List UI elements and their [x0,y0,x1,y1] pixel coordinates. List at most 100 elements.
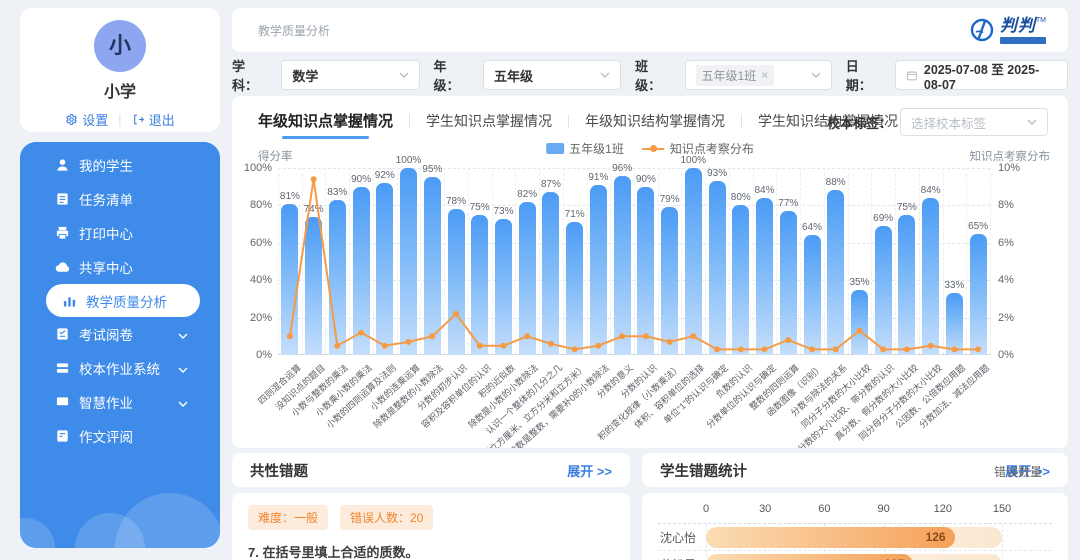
y-tick-right: 4% [998,274,1036,286]
line-point [951,346,957,352]
chart-tabs: 年级知识点掌握情况学生知识点掌握情况年级知识结构掌握情况学生知识结构掌握情况 [258,110,898,139]
settings-label: 设置 [82,110,108,129]
line-point [595,343,601,349]
sidebar-item-label: 我的学生 [79,155,133,175]
error-count-badge: 错误人数：20 [340,505,433,530]
gridline [990,168,991,355]
filter-bar: 学科： 数学 年级： 五年级 班级： 五年级1班 × 日期： 2025-07-0… [232,60,1068,90]
share-icon [55,259,70,275]
chevron-down-icon [399,72,409,78]
sidebar-item-label: 考试阅卷 [79,324,133,344]
date-label: 日期： [846,56,881,94]
x-tick: 120 [934,503,952,515]
smart-icon [55,394,70,410]
grade-select[interactable]: 五年级 [483,60,621,90]
student-name: 沈心怡 [658,529,706,546]
logout-button[interactable]: 退出 [132,110,175,129]
cloud-decoration [20,518,55,548]
chevron-down-icon [1027,119,1037,125]
user-name: 小学 [20,78,220,102]
line-point [477,343,483,349]
tab-divider [409,114,410,128]
tab-0[interactable]: 年级知识点掌握情况 [258,110,393,139]
sidebar-item-homework[interactable]: 校本作业系统 [20,351,220,385]
printer-icon [55,225,70,241]
school-tag-placeholder: 选择校本标签 [911,113,986,132]
brand-tagline-strip [1000,37,1046,44]
sidebar-item-smart[interactable]: 智慧作业 [20,385,220,419]
school-tag-select[interactable]: 选择校本标签 [900,108,1048,136]
sidebar-item-analysis[interactable]: 教学质量分析 [46,284,200,317]
line-point [548,341,554,347]
subject-label: 学科： [232,56,267,94]
subject-value: 数学 [292,66,318,85]
common-errors-expand-button[interactable]: 展开 >> [567,461,612,480]
tab-divider [741,114,742,128]
line-point [643,333,649,339]
class-tag: 五年级1班 × [696,65,775,86]
subject-select[interactable]: 数学 [281,60,419,90]
sidebar-item-share[interactable]: 共享中心 [20,250,220,284]
line-point [714,346,720,352]
line-point [311,176,317,182]
tab-1[interactable]: 学生知识点掌握情况 [426,111,552,139]
student-error-bar[interactable]: 105 [706,554,913,560]
divider: | [118,112,121,127]
tab-2[interactable]: 年级知识结构掌握情况 [585,111,725,139]
profile-card: 小 小学 设置 | 退出 [20,8,220,132]
question-text: 7. 在括号里填上合适的质数。 [248,542,614,560]
chevron-down-icon [811,72,821,78]
line-point [833,346,839,352]
line-point [738,346,744,352]
line-point [334,343,340,349]
distribution-line [278,168,990,355]
difficulty-badge: 难度：一般 [248,505,328,530]
x-tick: 30 [759,503,771,515]
student-errors-panel: 学生错题统计 展开 >> 0306090120150 错误数量 沈心怡 126 … [642,453,1068,560]
y-tick-right: 0% [998,349,1036,361]
line-point [453,311,459,317]
line-point [857,328,863,334]
sidebar-item-printer[interactable]: 打印中心 [20,216,220,250]
line-point [501,343,507,349]
sidebar-item-label: 任务清单 [79,189,133,209]
line-point [785,337,791,343]
exam-icon [55,326,70,342]
line-point [524,333,530,339]
y-tick-right: 8% [998,199,1036,211]
avatar: 小 [94,20,146,72]
sidebar-item-label: 共享中心 [79,257,133,277]
legend-bar-label[interactable]: 五年级1班 [569,140,624,157]
student-row: 黄松昊 105 [658,551,1052,560]
common-errors-body: 难度：一般 错误人数：20 7. 在括号里填上合适的质数。 （ ）+（ ）= 8… [232,493,630,560]
class-select[interactable]: 五年级1班 × [685,60,832,90]
line-point [358,330,364,336]
sidebar-item-student[interactable]: 我的学生 [20,148,220,182]
school-tag-label: 校本标签： [827,113,892,132]
student-error-bar[interactable]: 126 [706,527,955,548]
chevron-down-icon [178,367,188,373]
common-errors-panel: 共性错题 展开 >> 难度：一般 错误人数：20 7. 在括号里填上合适的质数。… [232,453,630,560]
y-tick-right: 2% [998,312,1036,324]
knowledge-chart-card: 年级知识点掌握情况学生知识点掌握情况年级知识结构掌握情况学生知识结构掌握情况 校… [232,96,1068,448]
y-tick-left: 100% [234,162,272,174]
date-range-picker[interactable]: 2025-07-08 至 2025-08-07 [895,60,1068,90]
y-tick-left: 40% [234,274,272,286]
bar-track: 105 [706,554,1002,560]
sidebar-item-label: 作文评阅 [79,426,133,446]
brand-logo: 判判TM [969,17,1046,44]
line-point [382,343,388,349]
y-tick-right: 6% [998,237,1036,249]
settings-button[interactable]: 设置 [65,110,108,129]
y-tick-left: 0% [234,349,272,361]
y-tick-right: 10% [998,162,1036,174]
line-point [928,343,934,349]
sidebar-item-task[interactable]: 任务清单 [20,182,220,216]
sidebar-item-essay[interactable]: 作文评阅 [20,419,220,453]
line-point [690,333,696,339]
sidebar-item-exam[interactable]: 考试阅卷 [20,317,220,351]
close-icon[interactable]: × [761,68,768,82]
class-tag-label: 五年级1班 [702,67,757,84]
chart-legend: 五年级1班 知识点考察分布 [546,140,754,157]
analysis-icon [62,293,77,309]
